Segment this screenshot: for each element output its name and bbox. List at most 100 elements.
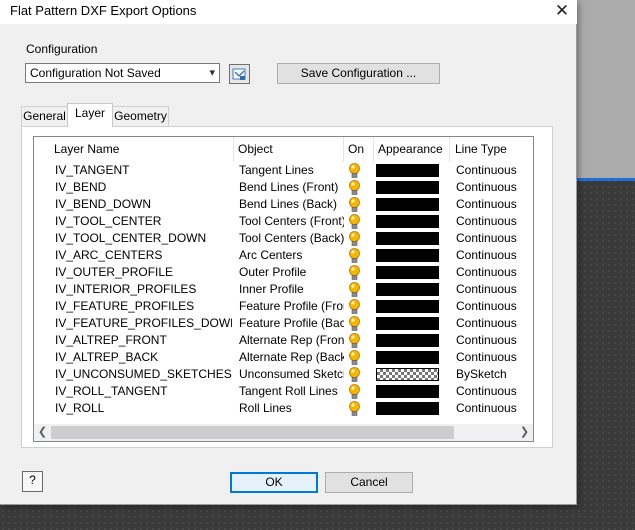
cell-layer-name: IV_BEND bbox=[55, 180, 107, 194]
scroll-right-arrow-icon[interactable]: ❯ bbox=[516, 424, 533, 441]
appearance-swatch[interactable] bbox=[376, 232, 439, 245]
table-row[interactable]: IV_ALTREP_BACK Alternate Rep (Back) Contin… bbox=[34, 349, 533, 366]
appearance-swatch[interactable] bbox=[376, 266, 439, 279]
cell-line-type: Continuous bbox=[456, 265, 517, 279]
cell-object: Tool Centers (Front) bbox=[239, 214, 344, 228]
lightbulb-icon[interactable] bbox=[347, 315, 364, 332]
lightbulb-icon[interactable] bbox=[347, 298, 364, 315]
scrollbar-thumb[interactable] bbox=[51, 426, 454, 439]
configuration-label: Configuration bbox=[26, 42, 98, 56]
table-row[interactable]: IV_ROLL_TANGENT Tangent Roll Lines Continu… bbox=[34, 383, 533, 400]
export-options-dialog: Flat Pattern DXF Export Options ✕ Config… bbox=[0, 0, 577, 505]
table-row[interactable]: IV_FEATURE_PROFILES Feature Profile (Fron… bbox=[34, 298, 533, 315]
appearance-swatch[interactable] bbox=[376, 300, 439, 313]
table-row[interactable]: IV_ALTREP_FRONT Alternate Rep (Front) Cont… bbox=[34, 332, 533, 349]
table-row[interactable]: IV_UNCONSUMED_SKETCHES Unconsumed Sketche… bbox=[34, 366, 533, 383]
lightbulb-icon[interactable] bbox=[347, 383, 364, 400]
cell-layer-name: IV_ROLL bbox=[55, 401, 105, 415]
cell-line-type: BySketch bbox=[456, 367, 507, 381]
column-header-line-type[interactable]: Line Type bbox=[449, 137, 533, 162]
cell-layer-name: IV_BEND_DOWN bbox=[55, 197, 152, 211]
appearance-swatch[interactable] bbox=[376, 368, 439, 381]
cell-object: Arc Centers bbox=[239, 248, 303, 262]
cell-object: Roll Lines bbox=[239, 401, 292, 415]
horizontal-scrollbar[interactable]: ❮ ❯ bbox=[34, 424, 533, 441]
table-row[interactable]: IV_FEATURE_PROFILES_DOWN Feature Profile … bbox=[34, 315, 533, 332]
table-row[interactable]: IV_BEND Bend Lines (Front) Continuous bbox=[34, 179, 533, 196]
cell-line-type: Continuous bbox=[456, 282, 517, 296]
ok-button[interactable]: OK bbox=[230, 472, 318, 493]
cell-object: Outer Profile bbox=[239, 265, 307, 279]
appearance-swatch[interactable] bbox=[376, 402, 439, 415]
cell-object: Alternate Rep (Back) bbox=[239, 350, 344, 364]
title-bar: Flat Pattern DXF Export Options ✕ bbox=[0, 0, 577, 24]
cell-line-type: Continuous bbox=[456, 248, 517, 262]
cell-object: Bend Lines (Back) bbox=[239, 197, 338, 211]
cell-object: Alternate Rep (Front) bbox=[239, 333, 344, 347]
cancel-button[interactable]: Cancel bbox=[325, 472, 413, 493]
appearance-swatch[interactable] bbox=[376, 198, 439, 211]
appearance-swatch[interactable] bbox=[376, 385, 439, 398]
appearance-swatch[interactable] bbox=[376, 351, 439, 364]
appearance-swatch[interactable] bbox=[376, 215, 439, 228]
column-header-appearance[interactable]: Appearance bbox=[372, 137, 450, 162]
table-row[interactable]: IV_TOOL_CENTER Tool Centers (Front) Contin… bbox=[34, 213, 533, 230]
appearance-swatch[interactable] bbox=[376, 164, 439, 177]
cell-layer-name: IV_FEATURE_PROFILES_DOWN bbox=[55, 316, 232, 330]
column-header-object[interactable]: Object bbox=[232, 137, 344, 162]
table-row[interactable]: IV_BEND_DOWN Bend Lines (Back) Continuous bbox=[34, 196, 533, 213]
browse-configuration-button[interactable] bbox=[229, 64, 250, 84]
lightbulb-icon[interactable] bbox=[347, 179, 364, 196]
configuration-combobox[interactable]: Configuration Not Saved ▾ bbox=[25, 63, 220, 83]
column-header-on[interactable]: On bbox=[342, 137, 374, 162]
lightbulb-icon[interactable] bbox=[347, 281, 364, 298]
cell-layer-name: IV_FEATURE_PROFILES bbox=[55, 299, 195, 313]
lightbulb-icon[interactable] bbox=[347, 349, 364, 366]
cell-line-type: Continuous bbox=[456, 316, 517, 330]
layer-list-rows: IV_TANGENT Tangent Lines Continuous IV_BEND… bbox=[34, 162, 533, 417]
chevron-down-icon: ▾ bbox=[209, 67, 215, 79]
cell-layer-name: IV_TOOL_CENTER_DOWN bbox=[55, 231, 207, 245]
lightbulb-icon[interactable] bbox=[347, 332, 364, 349]
help-button[interactable]: ? bbox=[22, 471, 43, 492]
lightbulb-icon[interactable] bbox=[347, 162, 364, 179]
layer-list[interactable]: Layer Name Object On Appearance Line Typ… bbox=[33, 136, 534, 442]
close-icon[interactable]: ✕ bbox=[547, 0, 577, 24]
appearance-swatch[interactable] bbox=[376, 334, 439, 347]
cell-line-type: Continuous bbox=[456, 299, 517, 313]
lightbulb-icon[interactable] bbox=[347, 264, 364, 281]
appearance-swatch[interactable] bbox=[376, 283, 439, 296]
lightbulb-icon[interactable] bbox=[347, 196, 364, 213]
scroll-left-arrow-icon[interactable]: ❮ bbox=[34, 424, 51, 441]
cell-line-type: Continuous bbox=[456, 180, 517, 194]
tab-geometry[interactable]: Geometry bbox=[112, 106, 169, 126]
appearance-swatch[interactable] bbox=[376, 181, 439, 194]
configuration-selected-value: Configuration Not Saved bbox=[30, 66, 161, 80]
save-configuration-button[interactable]: Save Configuration ... bbox=[277, 63, 440, 84]
lightbulb-icon[interactable] bbox=[347, 366, 364, 383]
cell-line-type: Continuous bbox=[456, 333, 517, 347]
background-selection-edge bbox=[577, 178, 635, 181]
cell-object: Tangent Roll Lines bbox=[239, 384, 338, 398]
table-row[interactable]: IV_ARC_CENTERS Arc Centers Continuous bbox=[34, 247, 533, 264]
lightbulb-icon[interactable] bbox=[347, 213, 364, 230]
lightbulb-icon[interactable] bbox=[347, 400, 364, 417]
lightbulb-icon[interactable] bbox=[347, 247, 364, 264]
appearance-swatch[interactable] bbox=[376, 249, 439, 262]
help-icon: ? bbox=[29, 473, 36, 487]
cell-layer-name: IV_ALTREP_FRONT bbox=[55, 333, 167, 347]
table-row[interactable]: IV_ROLL Roll Lines Continuous bbox=[34, 400, 533, 417]
tab-general[interactable]: General bbox=[21, 106, 68, 126]
lightbulb-icon[interactable] bbox=[347, 230, 364, 247]
table-row[interactable]: IV_TANGENT Tangent Lines Continuous bbox=[34, 162, 533, 179]
appearance-swatch[interactable] bbox=[376, 317, 439, 330]
tab-layer[interactable]: Layer bbox=[67, 103, 113, 127]
table-row[interactable]: IV_INTERIOR_PROFILES Inner Profile Continu… bbox=[34, 281, 533, 298]
column-header-layer-name[interactable]: Layer Name bbox=[48, 137, 234, 162]
cell-object: Tool Centers (Back) bbox=[239, 231, 344, 245]
cell-line-type: Continuous bbox=[456, 401, 517, 415]
cell-object: Inner Profile bbox=[239, 282, 304, 296]
table-row[interactable]: IV_OUTER_PROFILE Outer Profile Continuous bbox=[34, 264, 533, 281]
cell-line-type: Continuous bbox=[456, 214, 517, 228]
table-row[interactable]: IV_TOOL_CENTER_DOWN Tool Centers (Back) Co… bbox=[34, 230, 533, 247]
